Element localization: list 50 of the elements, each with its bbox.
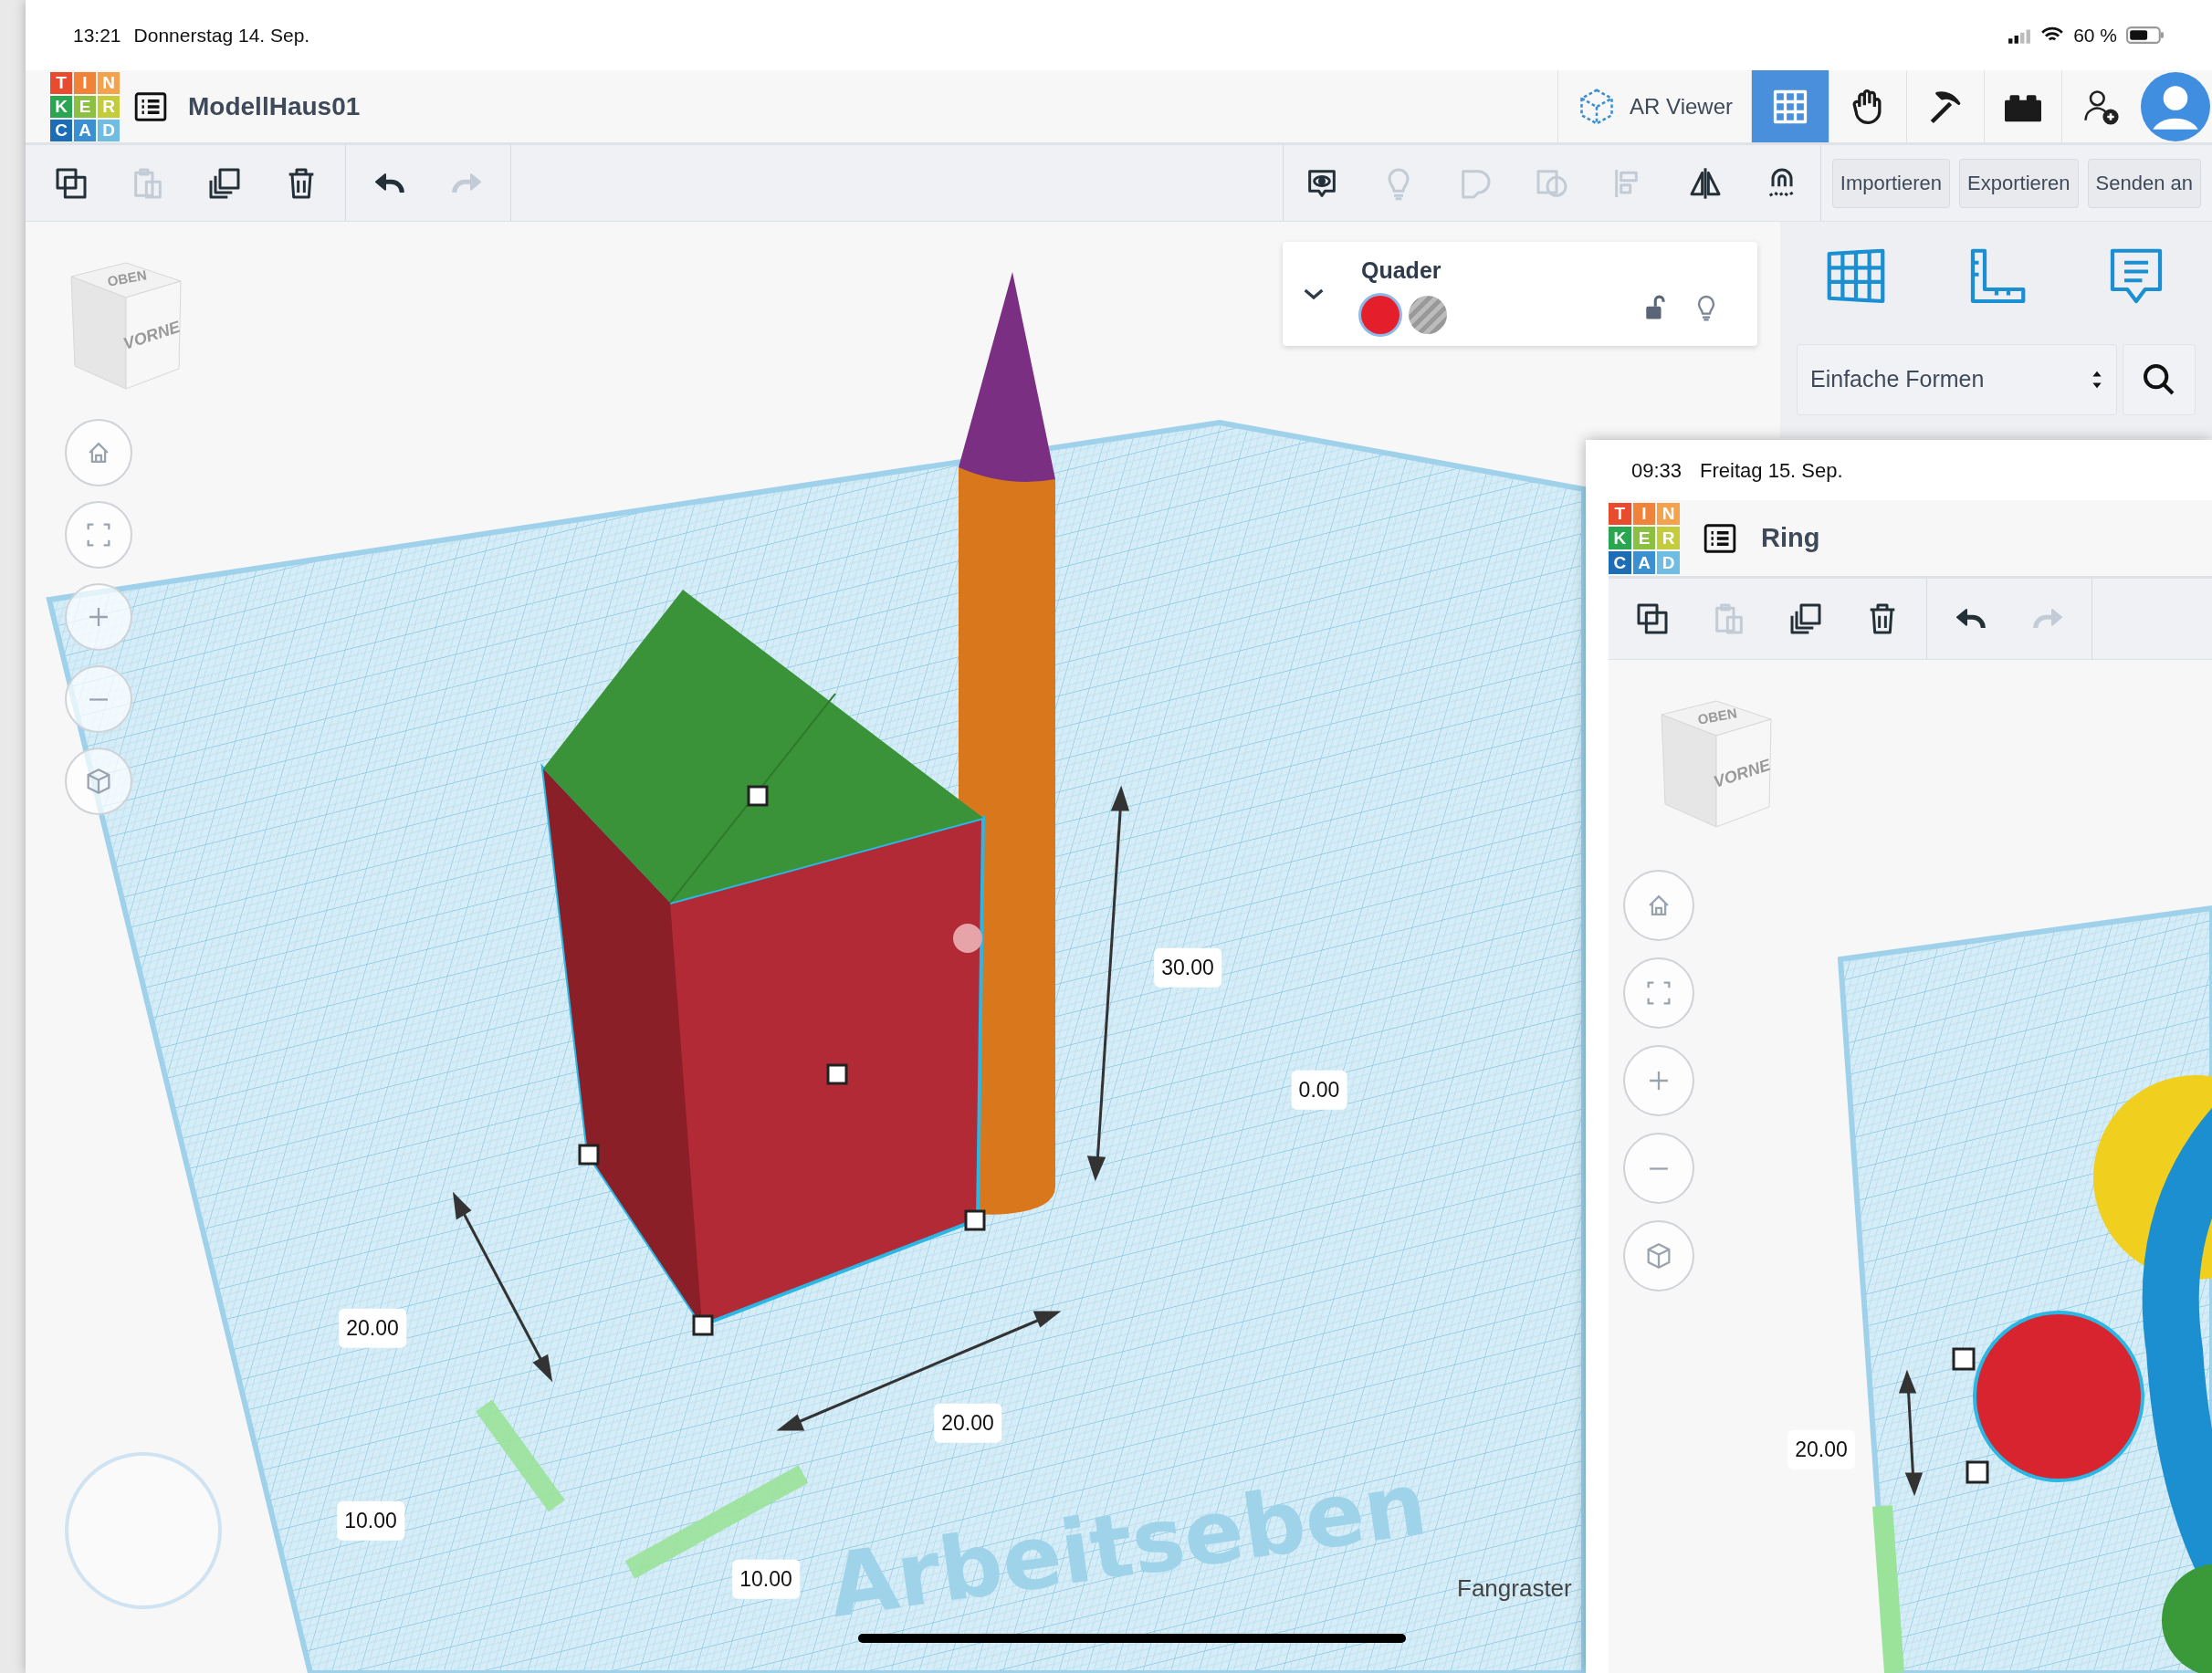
sphere-shape[interactable] xyxy=(1973,1311,2144,1482)
logo-letter: T xyxy=(50,71,72,94)
logo-letter: A xyxy=(1632,550,1656,574)
logo-letter: E xyxy=(1632,527,1656,549)
logo-letter: K xyxy=(1609,527,1631,549)
logo-letter: N xyxy=(98,71,120,94)
dimension-label[interactable]: 10.00 xyxy=(337,1500,404,1541)
solid-color-swatch[interactable] xyxy=(1361,295,1400,334)
shape-name: Quader xyxy=(1361,256,1442,286)
battery-percent: 60 % xyxy=(2073,23,2117,47)
dimension-label[interactable]: 30.00 xyxy=(1154,947,1221,988)
logo-letter: C xyxy=(50,119,72,141)
action-button[interactable]: Exportieren xyxy=(1959,158,2079,208)
house-drawing[interactable] xyxy=(540,590,986,1336)
cube-face-label: OBEN xyxy=(106,267,148,289)
logo-letter: D xyxy=(98,119,120,141)
logo-letter: T xyxy=(1609,502,1631,526)
cone-shape[interactable] xyxy=(959,272,1055,482)
snap-grid-label[interactable]: Fangraster xyxy=(1457,1571,1572,1606)
logo-letter: R xyxy=(98,95,120,118)
search-button[interactable] xyxy=(2123,344,2196,415)
dimension-label[interactable]: 0.00 xyxy=(1291,1070,1347,1110)
action-button[interactable]: Importieren xyxy=(1831,158,1951,208)
action-button[interactable]: Senden an xyxy=(2087,158,2201,208)
dimension-label[interactable]: 20.00 xyxy=(339,1308,406,1348)
dimension-label[interactable]: 20.00 xyxy=(1787,1429,1855,1469)
logo-letter: A xyxy=(74,119,96,141)
project-title[interactable]: ModellHaus01 xyxy=(188,87,361,126)
dimension-label[interactable]: 10.00 xyxy=(732,1559,800,1599)
resize-handle[interactable] xyxy=(1952,1347,1976,1371)
logo-letter: E xyxy=(74,95,96,118)
status-time: 09:33 xyxy=(1631,457,1683,484)
view-control-button[interactable] xyxy=(65,748,132,815)
library-dropdown[interactable]: Einfache Formen xyxy=(1797,344,2117,415)
resize-handle[interactable] xyxy=(1966,1460,1989,1484)
logo-letter: I xyxy=(74,71,96,94)
status-date: Freitag 15. Sep. xyxy=(1700,457,1843,484)
logo-letter: R xyxy=(1657,527,1680,549)
battery-icon xyxy=(2126,26,2165,45)
logo-letter: D xyxy=(1657,550,1680,574)
status-time: 13:21 xyxy=(73,23,121,47)
cube-face-label: OBEN xyxy=(1696,705,1738,727)
dimension-label[interactable]: 20.00 xyxy=(934,1403,1001,1443)
logo-letter: N xyxy=(1657,502,1680,526)
status-date: Donnerstag 14. Sep. xyxy=(133,23,310,47)
project-title[interactable]: Ring xyxy=(1761,518,1820,559)
logo-letter: K xyxy=(50,95,72,118)
hole-swatch[interactable] xyxy=(1409,295,1447,334)
logo-letter: C xyxy=(1609,550,1631,574)
logo-letter: I xyxy=(1632,502,1656,526)
